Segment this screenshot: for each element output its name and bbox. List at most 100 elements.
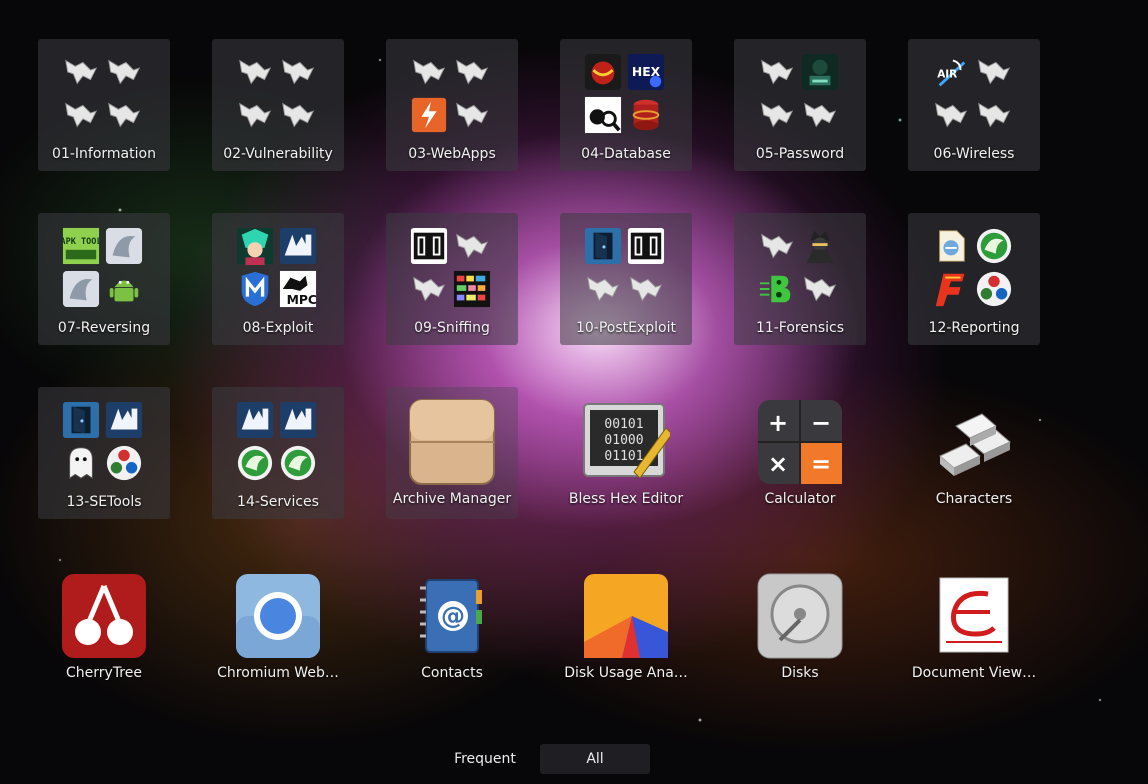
archive-manager-icon <box>409 399 495 485</box>
folder-03-webapps[interactable]: 03-WebApps <box>386 39 518 171</box>
calc-plus: + <box>768 409 788 437</box>
sqlmap-icon <box>584 96 622 134</box>
metasploit-icon <box>241 271 269 307</box>
kali-dragon-icon <box>978 102 1011 128</box>
folder-label: 10-PostExploit <box>575 320 676 336</box>
disk-usage-icon <box>584 574 668 658</box>
folder-12-reporting[interactable]: 12-Reporting <box>908 213 1040 345</box>
folder-label: 05-Password <box>755 146 845 162</box>
kali-dragon-icon <box>282 102 315 128</box>
app-label: Characters <box>935 491 1013 507</box>
folder-label: 09-Sniffing <box>414 320 490 336</box>
app-label: CherryTree <box>66 665 142 681</box>
msfpc-text: MPC <box>287 293 317 307</box>
kali-dragon-icon <box>978 59 1011 85</box>
app-bless-hex-editor[interactable]: 00101 01000 01101 Bless Hex Editor <box>560 387 692 519</box>
ghidra-icon <box>105 227 143 265</box>
folder-13-setools[interactable]: 13-SETools <box>38 387 170 519</box>
app-cherrytree[interactable]: CherryTree <box>38 561 170 693</box>
view-switcher: Frequent All <box>430 744 650 776</box>
burpsuite-icon <box>411 97 447 133</box>
door-icon <box>62 401 100 439</box>
folder-01-information[interactable]: 01-Information <box>38 39 170 171</box>
kali-dragon-icon <box>282 59 315 85</box>
folder-09-sniffing[interactable]: 09-Sniffing <box>386 213 518 345</box>
kali-dragon-icon <box>935 102 968 128</box>
kali-dragon-icon <box>761 233 794 259</box>
app-label: Disk Usage Ana… <box>564 665 688 681</box>
kali-dragon-icon <box>761 102 794 128</box>
calc-equals: = <box>811 450 831 478</box>
kali-dragon-icon <box>761 59 794 85</box>
app-archive-manager[interactable]: Archive Manager <box>386 387 518 519</box>
kali-dragon-icon <box>804 276 837 302</box>
tab-frequent[interactable]: Frequent <box>430 744 540 774</box>
kali-dragon-icon <box>456 59 489 85</box>
folder-06-wireless[interactable]: AIR 06-Wireless <box>908 39 1040 171</box>
app-contacts[interactable]: @ Contacts <box>386 561 518 693</box>
folder-07-reversing[interactable]: APK TOOL 07-Reversing <box>38 213 170 345</box>
android-icon <box>109 280 139 302</box>
armitage-icon <box>236 227 274 265</box>
folder-label: 13-SETools <box>66 494 142 510</box>
folder-14-services[interactable]: 14-Services <box>212 387 344 519</box>
door-icon <box>584 227 622 265</box>
folder-label: 03-WebApps <box>408 146 496 162</box>
responder-icon <box>410 227 448 265</box>
characters-icon <box>939 413 1011 476</box>
apktool-icon: APK TOOL <box>62 227 100 265</box>
app-disk-usage-analyzer[interactable]: Disk Usage Ana… <box>560 561 692 693</box>
app-chromium[interactable]: Chromium Web… <box>212 561 344 693</box>
ghost-phish-icon <box>69 447 93 480</box>
folder-05-password[interactable]: 05-Password <box>734 39 866 171</box>
beef-icon <box>105 401 143 439</box>
kali-dragon-icon <box>239 102 272 128</box>
app-label: Chromium Web… <box>217 665 339 681</box>
app-label: Archive Manager <box>392 491 512 507</box>
bless-line1: 00101 <box>604 417 643 432</box>
folder-02-vulnerability[interactable]: 02-Vulnerability <box>212 39 344 171</box>
app-label: Contacts <box>421 665 483 681</box>
recordmydesktop-icon <box>976 228 1012 264</box>
tab-all[interactable]: All <box>540 744 650 774</box>
report-icon <box>939 230 965 262</box>
folder-label: 14-Services <box>237 494 319 510</box>
app-disks[interactable]: Disks <box>734 561 866 693</box>
bless-line3: 01101 <box>604 449 643 464</box>
folder-label: 01-Information <box>52 146 156 162</box>
folder-label: 06-Wireless <box>933 146 1015 162</box>
aircrack-text: AIR <box>937 69 957 81</box>
hex-text: HEX <box>632 65 661 79</box>
kali-dragon-icon <box>413 276 446 302</box>
recordmydesktop-icon <box>237 445 273 481</box>
beef-icon <box>279 227 317 265</box>
cherrytree-icon <box>62 574 146 658</box>
beef-icon <box>279 401 317 439</box>
kali-dragon-icon <box>239 59 272 85</box>
app-characters[interactable]: Characters <box>908 387 1040 519</box>
responder-icon <box>627 227 665 265</box>
hex-icon: HEX <box>627 53 665 91</box>
msfpc-icon: MPC <box>279 270 317 307</box>
contacts-icon: @ <box>420 579 482 653</box>
kali-dragon-icon <box>587 276 620 302</box>
calculator-icon: + −× = <box>758 400 842 484</box>
folder-04-database[interactable]: HEX 04-Database <box>560 39 692 171</box>
cherrytree-dots-icon <box>106 445 142 481</box>
folder-11-forensics[interactable]: 11-Forensics <box>734 213 866 345</box>
app-document-viewer[interactable]: Document View… <box>908 561 1040 693</box>
kali-dragon-icon <box>804 102 837 128</box>
folder-10-postexploit[interactable]: 10-PostExploit <box>560 213 692 345</box>
folder-label: 04-Database <box>581 146 671 162</box>
folder-08-exploit[interactable]: MPC 08-Exploit <box>212 213 344 345</box>
app-label: Document View… <box>911 665 1037 681</box>
app-label: Bless Hex Editor <box>568 491 684 507</box>
database-icon <box>632 99 660 131</box>
recordmydesktop-icon <box>280 445 316 481</box>
app-calculator[interactable]: + − × = Calculator <box>734 387 866 519</box>
kali-dragon-icon <box>108 59 141 85</box>
calc-times: × <box>768 450 788 478</box>
folder-label: 07-Reversing <box>57 320 151 336</box>
kali-dragon-icon <box>65 102 98 128</box>
bulk-extractor-icon <box>759 275 791 303</box>
